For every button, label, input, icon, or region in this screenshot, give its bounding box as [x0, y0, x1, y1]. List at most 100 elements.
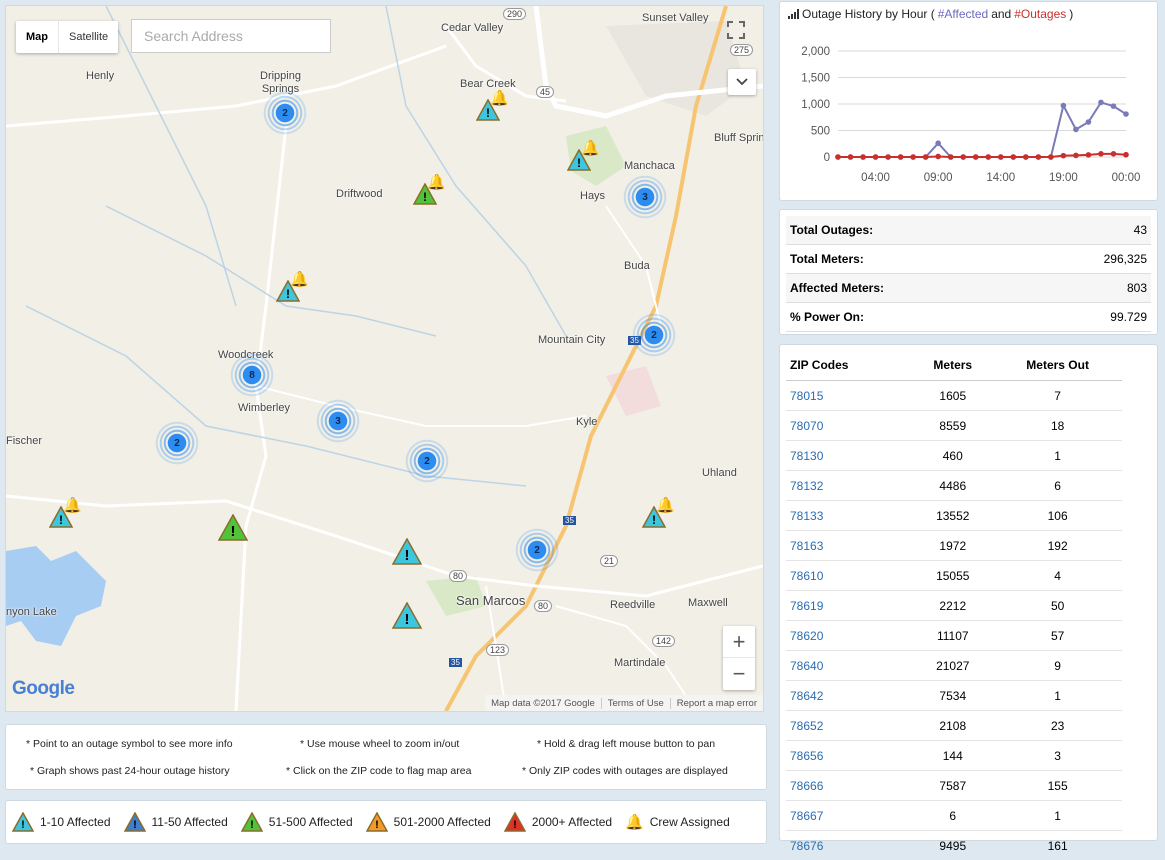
outage-warning-icon[interactable]: ! — [218, 514, 248, 541]
meters-out-cell: 57 — [993, 621, 1122, 651]
meters-out-cell: 192 — [993, 531, 1122, 561]
zip-code-link[interactable]: 78676 — [790, 839, 823, 853]
zip-code-link[interactable]: 78133 — [790, 509, 823, 523]
map-type-satellite-button[interactable]: Satellite — [59, 21, 118, 53]
stat-row: Total Meters:296,325 — [786, 245, 1151, 274]
map-type-map-button[interactable]: Map — [16, 21, 58, 53]
svg-text:!: ! — [405, 611, 410, 628]
meters-out-cell: 6 — [993, 471, 1122, 501]
chart-title-prefix: Outage History by Hour ( — [802, 7, 935, 21]
crew-assigned-icon: 🔔 — [63, 496, 82, 514]
zip-code-link[interactable]: 78130 — [790, 449, 823, 463]
stat-row: % Power On:99.729 — [786, 303, 1151, 332]
warning-icon: ! — [241, 812, 263, 832]
outage-warning-icon[interactable]: ! — [392, 602, 422, 629]
meters-cell: 11107 — [912, 621, 993, 651]
outage-history-chart[interactable]: 05001,0001,5002,00004:0009:0014:0019:000… — [780, 29, 1157, 199]
search-address-input[interactable] — [131, 19, 331, 53]
zip-code-link[interactable]: 78620 — [790, 629, 823, 643]
svg-text:!: ! — [513, 819, 517, 831]
y-tick-label: 0 — [824, 152, 830, 164]
outage-warning-icon[interactable]: ! — [392, 538, 422, 565]
table-row: 781631972192 — [786, 531, 1122, 561]
meters-out-cell: 23 — [993, 711, 1122, 741]
affected-point — [1086, 119, 1092, 125]
outage-cluster[interactable]: 2 — [155, 421, 199, 465]
stat-label: Affected Meters: — [790, 281, 884, 295]
google-logo[interactable]: Google — [12, 677, 78, 705]
svg-text:!: ! — [375, 819, 379, 831]
zoom-out-button[interactable]: − — [723, 658, 755, 689]
outage-cluster[interactable]: 2 — [515, 528, 559, 572]
zip-code-link[interactable]: 78640 — [790, 659, 823, 673]
place-label: Maxwell — [688, 597, 728, 609]
chart-title-affected: #Affected — [938, 7, 988, 21]
zip-code-link[interactable]: 78667 — [790, 809, 823, 823]
route-shield: 142 — [652, 635, 675, 647]
table-header-row: ZIP Codes Meters Meters Out — [786, 350, 1122, 381]
zip-code-link[interactable]: 78015 — [790, 389, 823, 403]
route-shield: 35 — [449, 658, 462, 667]
crew-assigned-icon: 🔔 — [290, 270, 309, 288]
column-header: ZIP Codes — [786, 350, 912, 381]
meters-out-cell: 18 — [993, 411, 1122, 441]
chevron-down-icon[interactable] — [728, 69, 756, 95]
outage-cluster[interactable]: 2 — [263, 91, 307, 135]
zip-cell: 78130 — [786, 441, 912, 471]
outage-cluster[interactable]: 3 — [316, 399, 360, 443]
place-label: Fischer — [6, 435, 42, 447]
chart-title-and: and — [991, 7, 1011, 21]
outages-point — [973, 154, 979, 160]
outage-cluster[interactable]: 8 — [230, 353, 274, 397]
svg-text:!: ! — [231, 523, 236, 540]
meters-cell: 7534 — [912, 681, 993, 711]
zip-code-link[interactable]: 78619 — [790, 599, 823, 613]
outage-cluster[interactable]: 3 — [623, 175, 667, 219]
affected-point — [1111, 103, 1117, 109]
google-logo-label: Google — [12, 678, 74, 699]
zip-code-link[interactable]: 78132 — [790, 479, 823, 493]
outages-point — [1111, 151, 1117, 157]
stat-label: % Power On: — [790, 310, 864, 324]
report-map-error-link[interactable]: Report a map error — [670, 698, 763, 709]
zip-code-link[interactable]: 78610 — [790, 569, 823, 583]
meters-cell: 2108 — [912, 711, 993, 741]
zip-code-link[interactable]: 78666 — [790, 779, 823, 793]
warning-icon: ! — [504, 812, 526, 832]
outage-cluster[interactable]: 2 — [405, 439, 449, 483]
route-shield: 45 — [536, 86, 554, 98]
zip-code-link[interactable]: 78642 — [790, 689, 823, 703]
outage-map[interactable]: Cedar Valley Sunset Valley Henly Drippin… — [5, 5, 764, 712]
meters-out-cell: 50 — [993, 591, 1122, 621]
column-header: Meters — [912, 350, 993, 381]
warning-icon: ! — [124, 812, 146, 832]
zip-code-link[interactable]: 78070 — [790, 419, 823, 433]
terms-of-use-link[interactable]: Terms of Use — [601, 698, 670, 709]
place-label: Uhland — [702, 467, 737, 479]
meters-out-cell: 1 — [993, 801, 1122, 831]
signal-bars-icon — [788, 9, 799, 19]
table-row: 7813313552106 — [786, 501, 1122, 531]
svg-text:!: ! — [405, 547, 410, 564]
map-attribution: Map data ©2017 Google Terms of Use Repor… — [485, 695, 763, 711]
zip-code-link[interactable]: 78652 — [790, 719, 823, 733]
outages-point — [898, 154, 904, 160]
outages-point — [848, 154, 854, 160]
x-tick-label: 14:00 — [986, 172, 1015, 184]
svg-text:!: ! — [59, 513, 63, 527]
table-row: 786667587155 — [786, 771, 1122, 801]
outages-point — [998, 154, 1004, 160]
outages-point — [985, 154, 991, 160]
place-label: Driftwood — [336, 188, 382, 200]
crew-assigned-icon: 🔔 — [427, 173, 446, 191]
zip-code-link[interactable]: 78163 — [790, 539, 823, 553]
outage-cluster[interactable]: 2 — [632, 313, 676, 357]
meters-out-cell: 161 — [993, 831, 1122, 860]
meters-cell: 6 — [912, 801, 993, 831]
outages-point — [835, 154, 841, 160]
fullscreen-icon[interactable] — [723, 17, 749, 43]
zoom-in-button[interactable]: + — [723, 626, 755, 657]
affected-series-line — [838, 102, 1126, 157]
route-shield: 275 — [730, 44, 753, 56]
zip-code-link[interactable]: 78656 — [790, 749, 823, 763]
